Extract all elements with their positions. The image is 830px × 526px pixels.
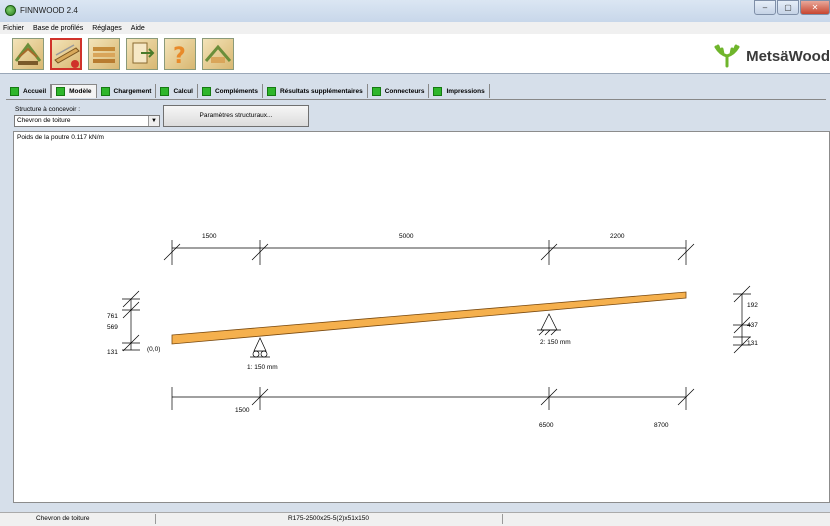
settings-button[interactable] [202,38,234,70]
export-button[interactable] [126,38,158,70]
status-divider [155,514,156,524]
window-controls: – ▢ ✕ [753,0,830,16]
tab-label: Chargement [113,87,152,95]
app-icon [5,5,16,16]
tab-status-icon [56,87,66,96]
status-bar: Chevron de toiture R175-2500x25-5(2)x51x… [0,512,830,526]
bottom-dim-2: 6500 [539,422,554,429]
profiles-database-button[interactable] [88,38,120,70]
metsawood-logo: MetsäWood [710,44,830,68]
bottom-dim-1: 1500 [235,407,250,414]
tab-status-icon [266,86,276,96]
tab-status-icon [10,86,19,96]
tab-status-icon [160,86,170,96]
top-dim-3: 2200 [610,233,625,240]
pin-support-icon [537,313,561,336]
origin-label: (0,0) [147,346,160,353]
status-profile: R175-2500x25-5(2)x51x150 [288,515,369,522]
beam-icon [54,44,80,68]
left-height-3: 131 [107,349,118,356]
timber-stack-icon [93,47,115,63]
tab-label: Accueil [23,87,47,95]
top-dim-1: 1500 [202,233,217,240]
beam-drawing-canvas: Poids de la poutre 0.117 kN/m 1500 5000 … [13,131,830,503]
support-1-label: 1: 150 mm [247,364,278,371]
tab-status-icon [201,86,211,96]
top-dim-2: 5000 [399,233,414,240]
beam-diagram: 1500 5000 2200 1500 6500 8700 761 569 13… [107,233,758,429]
tab-modele[interactable]: Modèle [51,84,97,98]
status-structure: Chevron de toiture [36,515,90,522]
title-bar: FINNWOOD 2.4 – ▢ ✕ [0,0,830,22]
beam-model-button[interactable] [50,38,82,70]
window-title: FINNWOOD 2.4 [20,6,78,15]
tab-label: Connecteurs [384,87,425,95]
rafter-beam [171,291,687,345]
menu-base-de-profils[interactable]: Base de profilés [33,25,83,32]
tab-connecteurs[interactable]: Connecteurs [367,84,430,98]
antler-logo-icon [714,44,740,68]
structural-parameters-button[interactable]: Paramètres structuraux... [163,105,309,127]
document-export-icon [132,42,155,64]
minimize-button[interactable]: – [754,0,776,15]
structure-select-value: Chevron de toiture [17,117,71,124]
tab-accueil[interactable]: Accueil [6,84,52,98]
tab-calcul[interactable]: Calcul [156,84,198,98]
help-icon: ? [173,44,186,69]
structure-select[interactable]: Chevron de toiture ▼ [14,115,160,127]
menu-fichier[interactable]: Fichier [3,25,24,32]
status-divider [502,514,503,524]
logo-text: MetsäWood [746,47,830,65]
right-height-1: 192 [747,302,758,309]
tab-chargement[interactable]: Chargement [96,84,157,98]
chevron-down-icon[interactable]: ▼ [148,116,159,126]
close-button[interactable]: ✕ [800,0,830,15]
structure-label: Structure à concevoir : [15,106,81,113]
tab-label: Modèle [69,88,92,95]
left-height-2: 569 [107,324,118,331]
menu-aide[interactable]: Aide [131,25,145,32]
menu-reglages[interactable]: Réglages [92,25,122,32]
right-height-2: 437 [747,322,758,329]
tab-label: Résultats supplémentaires [279,87,363,95]
tab-complements[interactable]: Compléments [197,84,263,98]
right-height-3: 131 [747,340,758,347]
tab-label: Compléments [214,87,258,95]
tab-resultats-supplementaires[interactable]: Résultats supplémentaires [262,84,368,98]
left-height-1: 761 [107,313,118,320]
tab-label: Calcul [173,87,193,95]
tab-status-icon [100,86,110,96]
roof-settings-icon [204,44,232,63]
svg-text:?: ? [173,44,186,69]
tab-status-icon [371,86,381,96]
tab-status-icon [433,86,443,96]
new-structure-button[interactable] [12,38,44,70]
support-2-label: 2: 150 mm [540,339,571,346]
maximize-button[interactable]: ▢ [777,0,799,15]
menu-bar: Fichier Base de profilés Réglages Aide [0,22,830,34]
toolbar: ? MetsäWood [0,34,830,74]
help-button[interactable]: ? [164,38,196,70]
tab-impressions[interactable]: Impressions [429,84,490,98]
bottom-dim-3: 8700 [654,422,669,429]
tab-bar: Accueil Modèle Chargement Calcul Complém… [6,84,490,99]
tab-label: Impressions [446,87,485,95]
house-structure-icon [14,42,42,65]
roller-support-icon [250,337,270,358]
